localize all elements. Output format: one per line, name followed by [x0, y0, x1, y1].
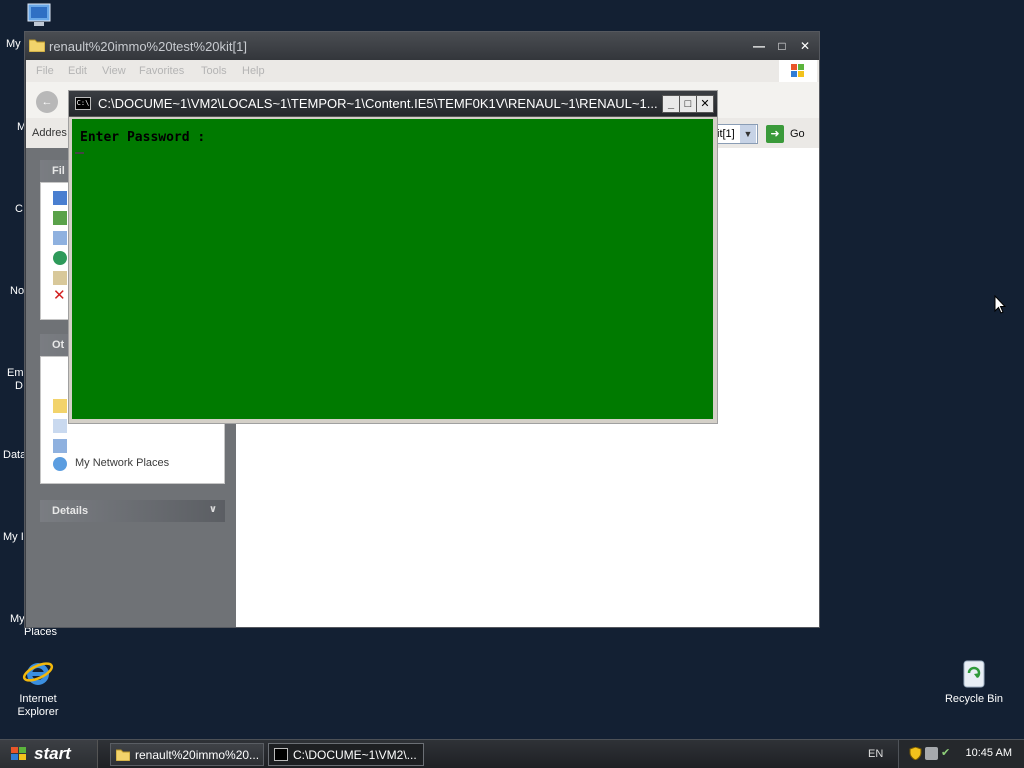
console-close-button[interactable]: ✕: [696, 95, 714, 113]
documents-icon[interactable]: [53, 419, 67, 433]
menu-help[interactable]: Help: [242, 65, 265, 77]
maximize-button[interactable]: □: [772, 37, 792, 55]
menu-tools[interactable]: Tools: [201, 65, 227, 77]
details-title: Details: [52, 505, 89, 517]
network-icon[interactable]: [925, 747, 938, 760]
chevron-down-icon[interactable]: ∨: [209, 504, 217, 515]
folder-icon: [28, 38, 46, 53]
start-label: start: [34, 744, 71, 763]
folder-icon: [115, 748, 131, 762]
taskbar: start renault%20immo%20... C:\DOCUME~1\V…: [0, 739, 1024, 768]
password-prompt: Enter Password :: [80, 130, 206, 145]
explorer-title: renault%20immo%20test%20kit[1]: [49, 39, 247, 54]
details-header[interactable]: Details ∨: [40, 500, 225, 522]
menu-edit[interactable]: Edit: [68, 65, 87, 77]
console-title: C:\DOCUME~1\VM2\LOCALS~1\TEMPOR~1\Conten…: [98, 96, 658, 111]
close-button[interactable]: ✕: [795, 37, 815, 55]
delete-icon[interactable]: ✕: [53, 288, 67, 303]
publish-icon[interactable]: [53, 251, 67, 265]
move-icon[interactable]: [53, 211, 67, 225]
recycle-bin-shortcut[interactable]: Recycle Bin: [942, 657, 1006, 705]
my-computer-icon[interactable]: [22, 2, 56, 30]
address-dropdown-button[interactable]: ▼: [740, 125, 756, 143]
console-output[interactable]: Enter Password :: [72, 119, 713, 419]
internet-explorer-label: Internet Explorer: [17, 693, 59, 718]
internet-explorer-icon: [22, 657, 54, 689]
desktop-icon-label-myi[interactable]: My I: [3, 531, 24, 543]
console-maximize-button[interactable]: □: [679, 95, 697, 113]
taskbar-button-console[interactable]: C:\DOCUME~1\VM2\...: [268, 743, 424, 766]
copy-icon[interactable]: [53, 231, 67, 245]
back-button[interactable]: ←: [36, 91, 58, 113]
system-tray: ✔ 10:45 AM: [898, 740, 1024, 768]
minimize-button[interactable]: —: [749, 37, 769, 55]
security-shield-icon[interactable]: [909, 746, 922, 761]
computer-icon[interactable]: [53, 439, 67, 453]
email-icon[interactable]: [53, 271, 67, 285]
desktop-icon-label-d[interactable]: D: [15, 380, 23, 392]
internet-explorer-shortcut[interactable]: Internet Explorer: [6, 657, 70, 719]
network-places-icon[interactable]: [53, 457, 67, 471]
desktop-icon-label-data[interactable]: Data: [3, 449, 26, 461]
folder-place-icon[interactable]: [53, 399, 67, 413]
windows-flag-icon: [10, 746, 28, 762]
taskbar-button-explorer[interactable]: renault%20immo%20...: [110, 743, 264, 766]
recycle-bin-label: Recycle Bin: [944, 693, 1004, 705]
menu-bar: File Edit View Favorites Tools Help: [26, 60, 819, 82]
explorer-titlebar[interactable]: renault%20immo%20test%20kit[1] — □ ✕: [25, 32, 819, 60]
text-cursor: [75, 152, 84, 154]
command-prompt-icon: C:\: [75, 97, 91, 110]
volume-icon[interactable]: ✔: [941, 747, 954, 760]
mouse-pointer-icon: [994, 294, 1007, 315]
recycle-bin-icon: [958, 657, 990, 689]
menu-view[interactable]: View: [102, 65, 126, 77]
taskbar-button-console-label: C:\DOCUME~1\VM2\...: [293, 748, 417, 762]
my-network-places-link[interactable]: My Network Places: [75, 457, 169, 469]
go-button[interactable]: Go: [790, 128, 805, 140]
go-arrow-icon[interactable]: ➜: [766, 125, 784, 143]
console-window[interactable]: C:\ C:\DOCUME~1\VM2\LOCALS~1\TEMPOR~1\Co…: [68, 90, 718, 424]
rename-icon[interactable]: [53, 191, 67, 205]
taskbar-button-explorer-label: renault%20immo%20...: [135, 748, 260, 762]
command-prompt-icon: [274, 748, 288, 761]
desktop-icon-label-my2[interactable]: My: [10, 613, 25, 625]
clock[interactable]: 10:45 AM: [966, 747, 1012, 759]
start-button[interactable]: start: [0, 740, 98, 768]
windows-logo-icon: [779, 60, 817, 82]
menu-file[interactable]: File: [36, 65, 54, 77]
my-computer-label[interactable]: My: [6, 38, 21, 50]
console-titlebar[interactable]: C:\ C:\DOCUME~1\VM2\LOCALS~1\TEMPOR~1\Co…: [69, 91, 717, 117]
other-places-title: Ot: [52, 339, 65, 351]
address-label: Addres: [32, 127, 67, 139]
desktop-icon-label-em[interactable]: Em: [7, 367, 24, 379]
desktop-icon-label-no[interactable]: No: [10, 285, 24, 297]
menu-favorites[interactable]: Favorites: [139, 65, 184, 77]
desktop-icon-label-c[interactable]: C: [15, 203, 23, 215]
language-indicator[interactable]: EN: [868, 748, 883, 760]
console-minimize-button[interactable]: _: [662, 95, 680, 113]
file-tasks-title: Fil: [52, 165, 65, 177]
